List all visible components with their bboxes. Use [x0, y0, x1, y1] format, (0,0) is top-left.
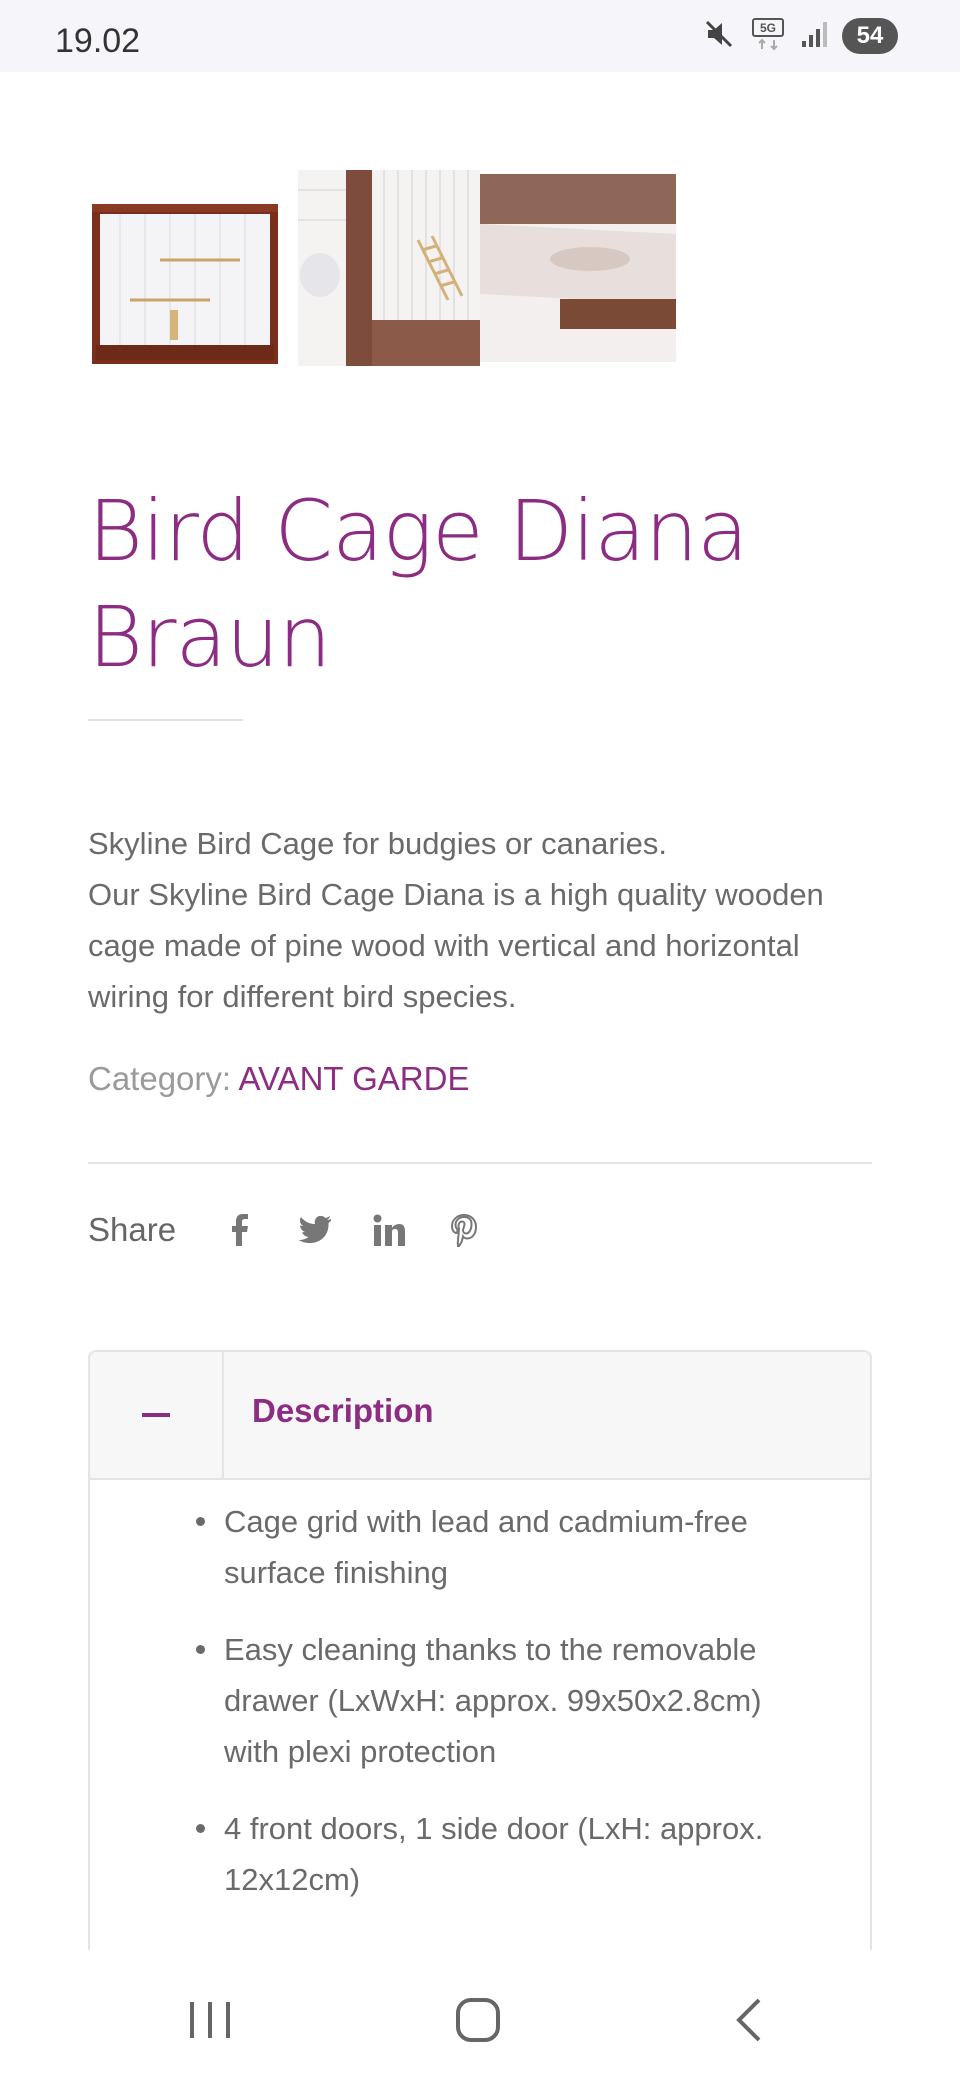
- system-navigation-bar: [0, 1950, 960, 2080]
- category-link[interactable]: AVANT GARDE: [238, 1060, 469, 1097]
- list-item: Cage grid with lead and cadmium-free sur…: [196, 1496, 824, 1598]
- twitter-icon[interactable]: [297, 1213, 332, 1247]
- linkedin-icon[interactable]: [372, 1213, 406, 1247]
- home-icon[interactable]: [448, 1990, 508, 2050]
- bird-cage-side-thumbnail[interactable]: [298, 170, 480, 366]
- status-time: 19.02: [55, 22, 141, 60]
- accordion-title[interactable]: Description: [252, 1392, 434, 1430]
- pinterest-icon[interactable]: [447, 1213, 481, 1247]
- product-description: Skyline Bird Cage for budgies or canarie…: [88, 818, 888, 1022]
- category-label: Category:: [88, 1060, 232, 1097]
- title-divider: [88, 719, 243, 721]
- list-item: 4 front doors, 1 side door (LxH: approx.…: [196, 1803, 824, 1905]
- page: 19.02 5G 54 Bird Cage Diana Braun Skylin…: [0, 0, 960, 2080]
- share-label: Share: [88, 1211, 177, 1248]
- product-title: Bird Cage Diana Braun: [88, 482, 749, 686]
- bird-cage-front-thumbnail[interactable]: [90, 200, 280, 370]
- network-type: 5G: [760, 21, 776, 35]
- description-accordion: Description Cage grid with lead and cadm…: [88, 1350, 872, 1970]
- 5g-icon: 5G: [750, 16, 786, 57]
- share-row: Share: [88, 1205, 522, 1255]
- recent-apps-icon[interactable]: [180, 1990, 240, 2050]
- feature-list: Cage grid with lead and cadmium-free sur…: [90, 1496, 870, 1905]
- status-icons: 5G 54: [702, 16, 898, 56]
- product-gallery: [90, 170, 680, 370]
- share-divider: [88, 1162, 872, 1164]
- accordion-toggle[interactable]: [90, 1352, 224, 1478]
- mute-icon: [702, 17, 736, 56]
- status-bar: 19.02 5G 54: [0, 0, 960, 72]
- description-line-2: Our Skyline Bird Cage Diana is a high qu…: [88, 877, 824, 1014]
- product-category: Category: AVANT GARDE: [88, 1060, 470, 1098]
- battery-icon: 54: [842, 18, 898, 54]
- signal-icon: [800, 19, 828, 54]
- bird-cage-drawer-thumbnail[interactable]: [480, 174, 676, 362]
- accordion-body: Cage grid with lead and cadmium-free sur…: [90, 1480, 870, 1905]
- minus-icon: [142, 1413, 170, 1417]
- list-item: Easy cleaning thanks to the removable dr…: [196, 1624, 824, 1777]
- description-line-1: Skyline Bird Cage for budgies or canarie…: [88, 826, 667, 861]
- accordion-header[interactable]: Description: [90, 1352, 870, 1480]
- back-icon[interactable]: [718, 1990, 778, 2050]
- facebook-icon[interactable]: [222, 1213, 256, 1247]
